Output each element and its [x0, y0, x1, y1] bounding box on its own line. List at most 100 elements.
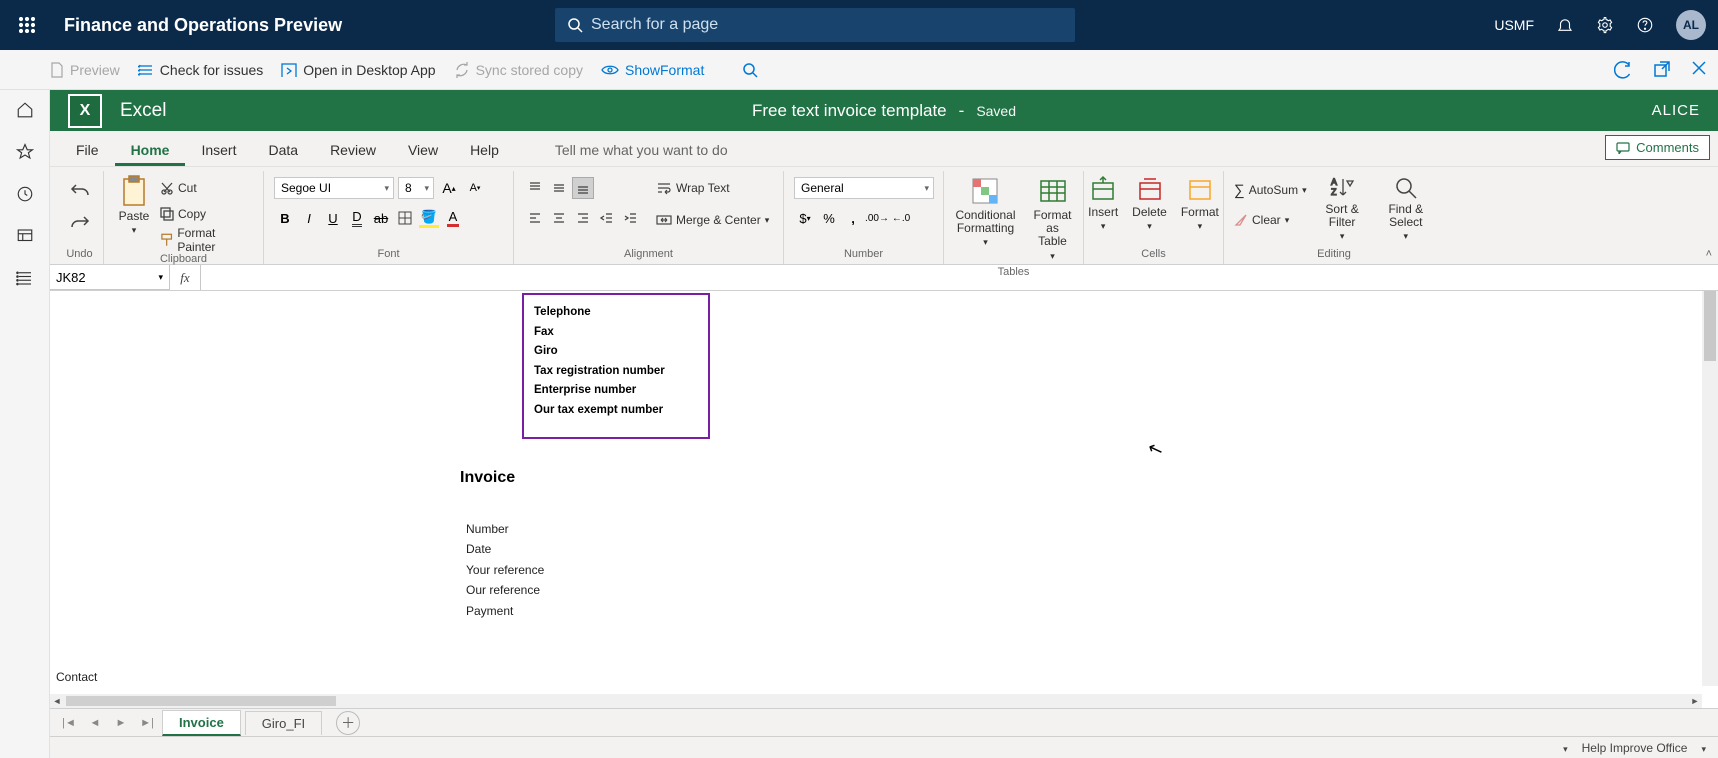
cell-text: Date [466, 539, 544, 559]
document-name[interactable]: Free text invoice template [752, 101, 947, 121]
strike-icon[interactable]: ab [370, 207, 392, 229]
autosum-button[interactable]: ∑AutoSum ▾ [1234, 179, 1307, 201]
global-search[interactable]: Search for a page [555, 8, 1075, 42]
modules-icon[interactable] [15, 268, 35, 288]
clear-button[interactable]: Clear ▾ [1234, 209, 1307, 231]
entity-label[interactable]: USMF [1494, 17, 1534, 33]
percent-icon[interactable]: % [818, 207, 840, 229]
font-color-icon[interactable]: A [442, 207, 464, 229]
star-icon[interactable] [15, 142, 35, 162]
align-middle-icon[interactable] [548, 177, 570, 199]
tab-help[interactable]: Help [454, 134, 515, 166]
format-as-table-button[interactable]: Format as Table▾ [1030, 173, 1076, 264]
tab-review[interactable]: Review [314, 134, 392, 166]
sheet-nav-first-icon[interactable]: |◄ [58, 717, 80, 729]
sheet-tab-invoice[interactable]: Invoice [162, 710, 241, 736]
comma-icon[interactable]: , [842, 207, 864, 229]
grow-font-icon[interactable]: A▴ [438, 177, 460, 199]
borders-icon[interactable] [394, 207, 416, 229]
bold-icon[interactable]: B [274, 207, 296, 229]
add-sheet-icon[interactable]: ＋ [336, 711, 360, 735]
toolbar-search-icon[interactable] [742, 62, 758, 78]
underline-icon[interactable]: U [322, 207, 344, 229]
show-format-button[interactable]: ShowFormat [601, 62, 704, 78]
sheet-nav-next-icon[interactable]: ► [110, 717, 132, 729]
help-improve-link[interactable]: Help Improve Office [1582, 741, 1688, 755]
conditional-formatting-button[interactable]: Conditional Formatting▾ [951, 173, 1019, 250]
open-desktop-button[interactable]: Open in Desktop App [281, 62, 435, 78]
collapse-ribbon-icon[interactable]: ˄ [1706, 248, 1712, 260]
align-top-icon[interactable] [524, 177, 546, 199]
sort-filter-button[interactable]: AZSort & Filter▾ [1317, 173, 1368, 244]
tab-home[interactable]: Home [115, 134, 186, 166]
comments-button[interactable]: Comments [1605, 135, 1710, 160]
user-avatar[interactable]: AL [1676, 10, 1706, 40]
italic-icon[interactable]: I [298, 207, 320, 229]
settings-gear-icon[interactable] [1596, 16, 1614, 34]
tell-me-search[interactable]: Tell me what you want to do [555, 134, 728, 166]
fx-icon[interactable]: fx [170, 270, 200, 286]
decrease-indent-icon[interactable] [596, 207, 618, 229]
double-underline-icon[interactable]: D [346, 207, 368, 229]
number-format-select[interactable]: General [794, 177, 934, 199]
app-topbar: Finance and Operations Preview Search fo… [0, 0, 1718, 50]
horizontal-scrollbar[interactable]: ◄ ► [50, 694, 1702, 708]
format-cells-button[interactable]: Format▾ [1177, 173, 1223, 234]
sheet-tab-giro[interactable]: Giro_FI [245, 711, 322, 735]
popout-icon[interactable] [1654, 61, 1670, 79]
insert-cells-button[interactable]: Insert▾ [1084, 173, 1122, 234]
spreadsheet-area[interactable]: Telephone Fax Giro Tax registration numb… [50, 291, 1718, 708]
notifications-icon[interactable] [1556, 16, 1574, 34]
align-right-icon[interactable] [572, 207, 594, 229]
scroll-left-icon[interactable]: ◄ [50, 696, 64, 706]
scroll-right-icon[interactable]: ► [1688, 696, 1702, 706]
name-box[interactable]: JK82▾ [50, 265, 170, 290]
tab-view[interactable]: View [392, 134, 454, 166]
app-launcher-icon[interactable] [12, 10, 42, 40]
selected-range[interactable]: Telephone Fax Giro Tax registration numb… [522, 293, 710, 439]
merge-center-button[interactable]: Merge & Center ▾ [656, 209, 769, 231]
increase-decimal-icon[interactable]: .00→ [866, 207, 888, 229]
cut-button[interactable]: Cut [160, 177, 253, 199]
redo-icon[interactable] [69, 211, 91, 233]
status-menu-icon[interactable] [1701, 741, 1706, 755]
refresh-icon[interactable] [1614, 61, 1632, 79]
close-icon[interactable] [1692, 61, 1706, 79]
sync-button[interactable]: Sync stored copy [454, 62, 583, 78]
font-name-select[interactable]: Segoe UI [274, 177, 394, 199]
status-menu-icon[interactable] [1563, 741, 1568, 755]
delete-cells-button[interactable]: Delete▾ [1128, 173, 1171, 234]
home-icon[interactable] [15, 100, 35, 120]
paste-button[interactable]: Paste ▾ [114, 173, 154, 238]
format-painter-button[interactable]: Format Painter [160, 229, 253, 251]
shrink-font-icon[interactable]: A▾ [464, 177, 486, 199]
svg-text:Z: Z [1331, 187, 1337, 197]
help-icon[interactable] [1636, 16, 1654, 34]
tab-file[interactable]: File [60, 134, 115, 166]
invoice-heading: Invoice [460, 469, 515, 487]
fill-color-icon[interactable]: 🪣 [418, 207, 440, 229]
copy-button[interactable]: Copy [160, 203, 253, 225]
svg-text:A: A [1331, 177, 1337, 187]
tab-data[interactable]: Data [252, 134, 314, 166]
invoice-fields: Number Date Your reference Our reference… [466, 519, 544, 621]
align-bottom-icon[interactable] [572, 177, 594, 199]
preview-button[interactable]: Preview [50, 62, 120, 78]
font-size-select[interactable]: 8 [398, 177, 434, 199]
currency-icon[interactable]: $▾ [794, 207, 816, 229]
wrap-text-button[interactable]: Wrap Text [656, 177, 769, 199]
decrease-decimal-icon[interactable]: ←.0 [890, 207, 912, 229]
find-select-button[interactable]: Find & Select▾ [1378, 173, 1434, 244]
check-issues-button[interactable]: Check for issues [138, 62, 263, 78]
clock-icon[interactable] [15, 184, 35, 204]
align-left-icon[interactable] [524, 207, 546, 229]
tab-insert[interactable]: Insert [185, 134, 252, 166]
workspace-icon[interactable] [15, 226, 35, 246]
sheet-nav-last-icon[interactable]: ►| [136, 717, 158, 729]
vertical-scrollbar[interactable] [1702, 291, 1718, 686]
group-label-font: Font [274, 246, 503, 262]
sheet-nav-prev-icon[interactable]: ◄ [84, 717, 106, 729]
undo-icon[interactable] [69, 179, 91, 201]
align-center-icon[interactable] [548, 207, 570, 229]
increase-indent-icon[interactable] [620, 207, 642, 229]
